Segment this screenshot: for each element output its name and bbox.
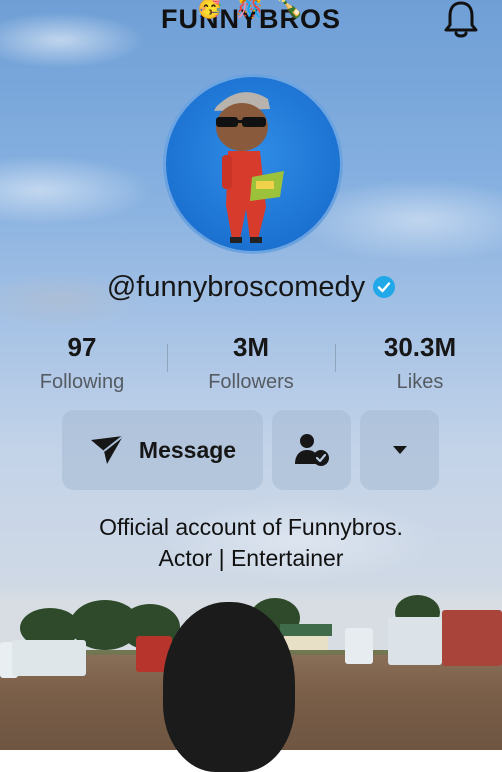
followers-label: Followers [208, 371, 294, 393]
handle-row: @funnybroscomedy [0, 267, 502, 307]
following-count: 97 [67, 332, 97, 362]
stat-likes[interactable]: 30.3M Likes [340, 332, 500, 394]
message-button[interactable]: Message [62, 410, 263, 490]
following-label: Following [39, 371, 125, 393]
send-icon [90, 435, 124, 464]
following-status-button[interactable] [272, 410, 351, 490]
stat-following[interactable]: 97 Following [2, 332, 162, 394]
verified-badge-icon [373, 276, 396, 298]
champagne-emoji: 🍾 [276, 0, 304, 19]
stat-divider [167, 344, 168, 372]
message-button-label: Message [138, 436, 237, 463]
confetti-emoji: 🎊 [236, 0, 264, 19]
profile-handle: @funnybroscomedy [106, 270, 366, 303]
profile-stats: 97 Following 3M Followers 30.3M Likes [0, 332, 502, 402]
caret-down-icon [392, 446, 407, 454]
likes-label: Likes [396, 371, 444, 393]
person-check-icon [294, 434, 329, 466]
followers-count: 3M [232, 332, 270, 362]
stat-followers[interactable]: 3M Followers [171, 332, 331, 394]
profile-bio: Official account of Funnybros. Actor | E… [0, 512, 502, 574]
party-face-emoji: 🥳 [196, 0, 224, 19]
more-options-button[interactable] [360, 410, 439, 490]
bio-line-1: Official account of Funnybros. [99, 514, 403, 540]
likes-count: 30.3M [383, 332, 457, 362]
avatar-illustration [214, 92, 284, 243]
bio-line-2: Actor | Entertainer [158, 545, 344, 571]
top-bar: FUNNYBROS 🥳 🎊 🍾 [0, 0, 502, 40]
stat-divider [335, 344, 336, 372]
bell-icon[interactable] [442, 0, 480, 40]
profile-avatar[interactable] [163, 74, 343, 254]
